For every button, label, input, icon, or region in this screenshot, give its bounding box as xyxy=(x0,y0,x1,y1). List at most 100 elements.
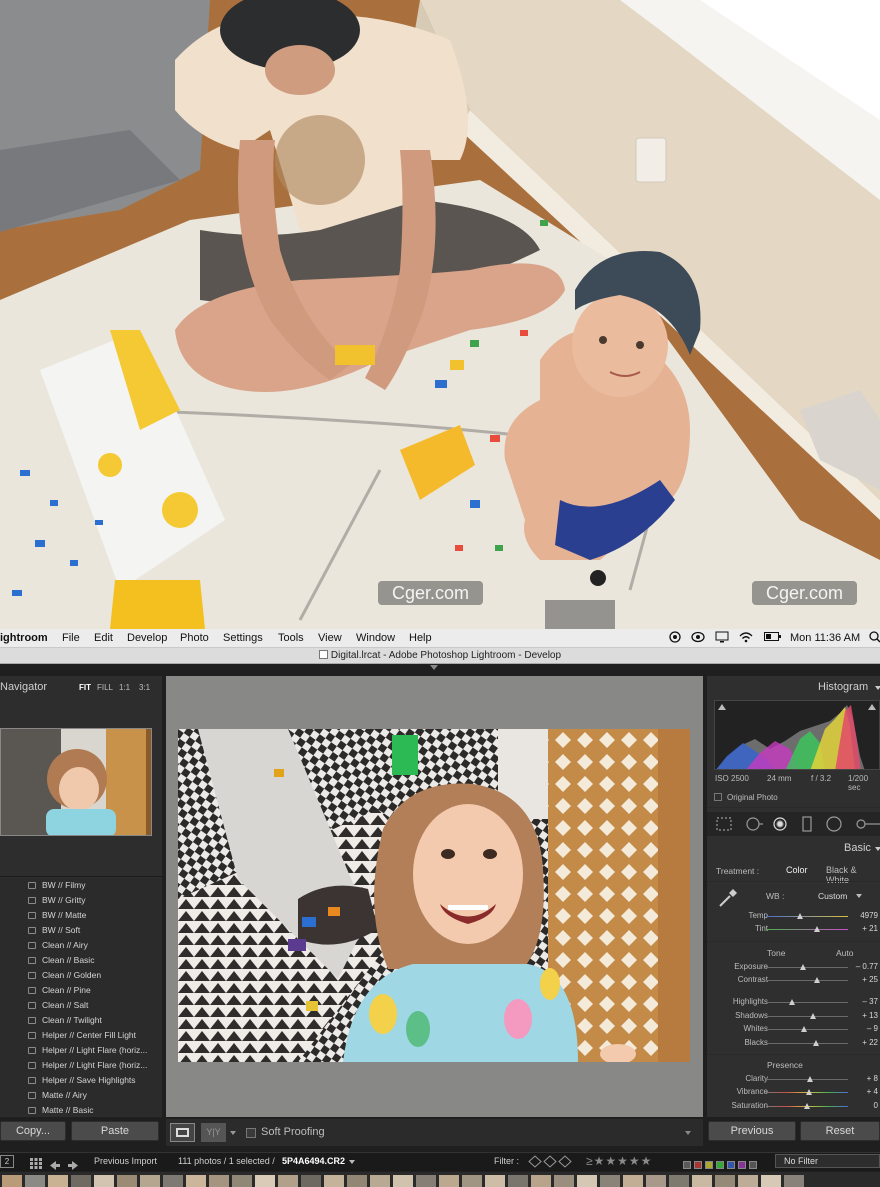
shadows-value[interactable]: + 13 xyxy=(862,1011,878,1020)
thumbnail[interactable] xyxy=(163,1175,183,1187)
blacks-slider[interactable]: Blacks + 22 xyxy=(708,1037,880,1050)
preset-item[interactable]: Helper // Center Fill Light xyxy=(0,1028,160,1043)
highlights-slider[interactable]: Highlights – 37 xyxy=(708,996,880,1009)
clarity-value[interactable]: + 8 xyxy=(867,1074,878,1083)
highlight-clipping-icon[interactable] xyxy=(868,704,876,710)
shadows-thumb[interactable] xyxy=(809,1013,816,1019)
record-icon[interactable] xyxy=(669,631,681,646)
whites-thumb[interactable] xyxy=(800,1026,807,1032)
thumbnail[interactable] xyxy=(531,1175,551,1187)
preset-item[interactable]: Clean // Basic xyxy=(0,953,160,968)
thumbnail[interactable] xyxy=(71,1175,91,1187)
temp-value[interactable]: 4979 xyxy=(860,911,878,920)
thumbnail[interactable] xyxy=(209,1175,229,1187)
loupe-view-button[interactable] xyxy=(170,1123,195,1142)
thumbnail[interactable] xyxy=(94,1175,114,1187)
contrast-thumb[interactable] xyxy=(813,977,820,983)
search-icon[interactable] xyxy=(869,631,880,646)
preset-item[interactable]: Clean // Twilight xyxy=(0,1013,160,1028)
clarity-slider[interactable]: Clarity + 8 xyxy=(708,1073,880,1086)
wb-value[interactable]: Custom xyxy=(818,891,847,901)
secondary-window-button[interactable]: 2 xyxy=(0,1155,14,1168)
tone-auto-button[interactable]: Auto xyxy=(836,948,854,958)
zoom-3-1[interactable]: 3:1 xyxy=(139,683,150,692)
histogram-collapse-icon[interactable] xyxy=(875,686,880,690)
thumbnail[interactable] xyxy=(646,1175,666,1187)
temp-slider[interactable]: Temp 4979 xyxy=(708,910,880,923)
thumbnail[interactable] xyxy=(140,1175,160,1187)
preset-item[interactable]: Helper // Save Highlights xyxy=(0,1073,160,1088)
exposure-value[interactable]: – 0.77 xyxy=(856,962,878,971)
previous-button[interactable]: Previous xyxy=(708,1121,796,1141)
blacks-value[interactable]: + 22 xyxy=(862,1038,878,1047)
menu-edit[interactable]: Edit xyxy=(94,632,113,644)
thumbnail[interactable] xyxy=(347,1175,367,1187)
saturation-slider[interactable]: Saturation 0 xyxy=(708,1100,880,1113)
preset-item[interactable]: BW // Matte xyxy=(0,908,160,923)
menu-photo[interactable]: Photo xyxy=(180,632,209,644)
contrast-slider[interactable]: Contrast + 25 xyxy=(708,974,880,987)
thumbnail[interactable] xyxy=(669,1175,689,1187)
menu-file[interactable]: File xyxy=(62,632,80,644)
menu-settings[interactable]: Settings xyxy=(223,632,263,644)
thumbnail[interactable] xyxy=(715,1175,735,1187)
preset-item[interactable]: Matte // Airy xyxy=(0,1088,160,1103)
original-photo-checkbox[interactable] xyxy=(714,793,722,801)
navigator-title[interactable]: Navigator xyxy=(0,681,47,693)
display-icon[interactable] xyxy=(715,631,729,646)
thumbnail[interactable] xyxy=(324,1175,344,1187)
zoom-fit[interactable]: FIT xyxy=(79,683,91,692)
tint-value[interactable]: + 21 xyxy=(862,924,878,933)
copy-button[interactable]: Copy... xyxy=(0,1121,66,1141)
selected-filename[interactable]: 5P4A6494.CR2 xyxy=(282,1156,345,1166)
thumbnail[interactable] xyxy=(48,1175,68,1187)
vibrance-thumb[interactable] xyxy=(805,1089,812,1095)
thumbnail[interactable] xyxy=(600,1175,620,1187)
preset-item[interactable]: Helper // Light Flare (horiz... xyxy=(0,1058,160,1073)
blacks-thumb[interactable] xyxy=(813,1040,820,1046)
thumbnail[interactable] xyxy=(577,1175,597,1187)
thumbnail[interactable] xyxy=(508,1175,528,1187)
thumbnail[interactable] xyxy=(416,1175,436,1187)
menu-help[interactable]: Help xyxy=(409,632,432,644)
thumbnail[interactable] xyxy=(25,1175,45,1187)
highlights-value[interactable]: – 37 xyxy=(862,997,878,1006)
thumbnail[interactable] xyxy=(186,1175,206,1187)
thumbnail[interactable] xyxy=(784,1175,804,1187)
thumbnail[interactable] xyxy=(554,1175,574,1187)
before-after-dropdown-icon[interactable] xyxy=(230,1131,236,1135)
vibrance-value[interactable]: + 4 xyxy=(867,1087,878,1096)
contrast-value[interactable]: + 25 xyxy=(862,975,878,984)
tint-thumb[interactable] xyxy=(813,926,820,932)
basic-collapse-icon[interactable] xyxy=(875,847,880,851)
battery-icon[interactable] xyxy=(764,632,782,645)
thumbnail[interactable] xyxy=(301,1175,321,1187)
shadow-clipping-icon[interactable] xyxy=(718,704,726,710)
app-menu[interactable]: ightroom xyxy=(0,632,48,644)
treatment-bw[interactable]: Black & White xyxy=(826,865,880,885)
preset-item[interactable]: Matte // Basic xyxy=(0,1103,160,1118)
before-after-button[interactable]: Y|Y xyxy=(201,1123,226,1142)
creative-cloud-icon[interactable] xyxy=(691,631,705,646)
preset-item[interactable]: Clean // Airy xyxy=(0,938,160,953)
menu-view[interactable]: View xyxy=(318,632,342,644)
thumbnail[interactable] xyxy=(278,1175,298,1187)
exposure-slider[interactable]: Exposure – 0.77 xyxy=(708,961,880,974)
thumbnail[interactable] xyxy=(738,1175,758,1187)
paste-button[interactable]: Paste xyxy=(71,1121,159,1141)
thumbnail[interactable] xyxy=(761,1175,781,1187)
thumbnail[interactable] xyxy=(255,1175,275,1187)
whites-slider[interactable]: Whites – 9 xyxy=(708,1023,880,1036)
preset-item[interactable]: Clean // Golden xyxy=(0,968,160,983)
thumbnail[interactable] xyxy=(232,1175,252,1187)
zoom-fill[interactable]: FILL xyxy=(97,683,113,692)
histogram-chart[interactable] xyxy=(714,700,880,770)
thumbnail[interactable] xyxy=(393,1175,413,1187)
basic-title[interactable]: Basic xyxy=(844,842,871,854)
menu-tools[interactable]: Tools xyxy=(278,632,304,644)
preset-item[interactable]: BW // Filmy xyxy=(0,878,160,893)
toolbar-menu-arrow[interactable] xyxy=(685,1131,691,1135)
zoom-1-1[interactable]: 1:1 xyxy=(119,683,130,692)
clock[interactable]: Mon 11:36 AM xyxy=(790,632,860,644)
saturation-thumb[interactable] xyxy=(804,1103,810,1109)
